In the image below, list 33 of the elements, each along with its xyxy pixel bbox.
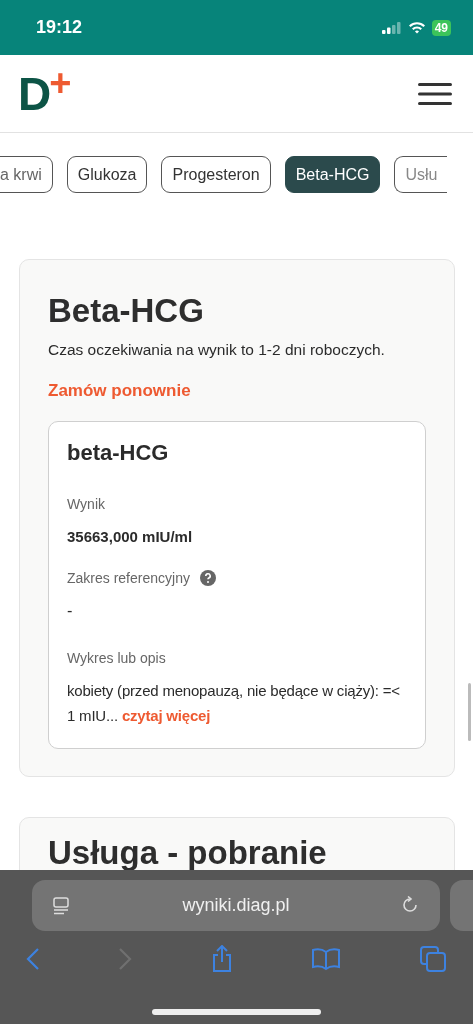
- menu-icon[interactable]: [418, 82, 452, 105]
- wait-note: Czas oczekiwania na wynik to 1-2 dni roboczych.: [48, 341, 386, 359]
- battery-level: 49: [431, 19, 451, 36]
- read-more-link[interactable]: czytaj więcej: [121, 707, 211, 724]
- result-label: Wynik: [67, 496, 106, 512]
- address-bar[interactable]: wyniki.diag.pl: [32, 880, 440, 931]
- service-title: Usługa - pobranie: [48, 834, 328, 872]
- back-icon[interactable]: [26, 947, 40, 971]
- range-value: -: [67, 602, 74, 620]
- forward-icon[interactable]: [117, 947, 132, 971]
- status-time: 19:12: [36, 17, 83, 38]
- range-label: Zakres referencyjny: [67, 570, 190, 586]
- help-icon[interactable]: [199, 570, 216, 586]
- filter-chip[interactable]: a krwi: [0, 156, 53, 193]
- scroll-bar: [468, 683, 471, 741]
- bookmarks-icon[interactable]: [311, 947, 342, 971]
- result-value: 35663,000 mIU/ml: [67, 528, 194, 545]
- description-text: kobiety (przed menopauzą, nie będące w ciąży): =< 1 mIU... czytaj więcej: [67, 681, 401, 726]
- wifi-icon: [407, 21, 426, 34]
- url-text: wyniki.diag.pl: [182, 895, 290, 916]
- reorder-link[interactable]: Zamów ponownie: [48, 381, 191, 401]
- filter-chip[interactable]: Usłu: [394, 156, 448, 193]
- logo-letter: D: [18, 67, 52, 120]
- page-menu-icon[interactable]: [52, 896, 70, 915]
- logo-plus: +: [49, 67, 72, 98]
- filter-chip[interactable]: Beta-HCG: [284, 156, 381, 193]
- tabs-icon[interactable]: [419, 945, 447, 973]
- result-name: beta-HCG: [67, 440, 170, 466]
- description-label: Wykres lub opis: [67, 650, 167, 666]
- filter-chip[interactable]: Glukoza: [66, 156, 148, 193]
- filter-chip[interactable]: Progesteron: [161, 156, 271, 193]
- test-title: Beta-HCG: [48, 292, 205, 330]
- signal-icon: [381, 21, 402, 34]
